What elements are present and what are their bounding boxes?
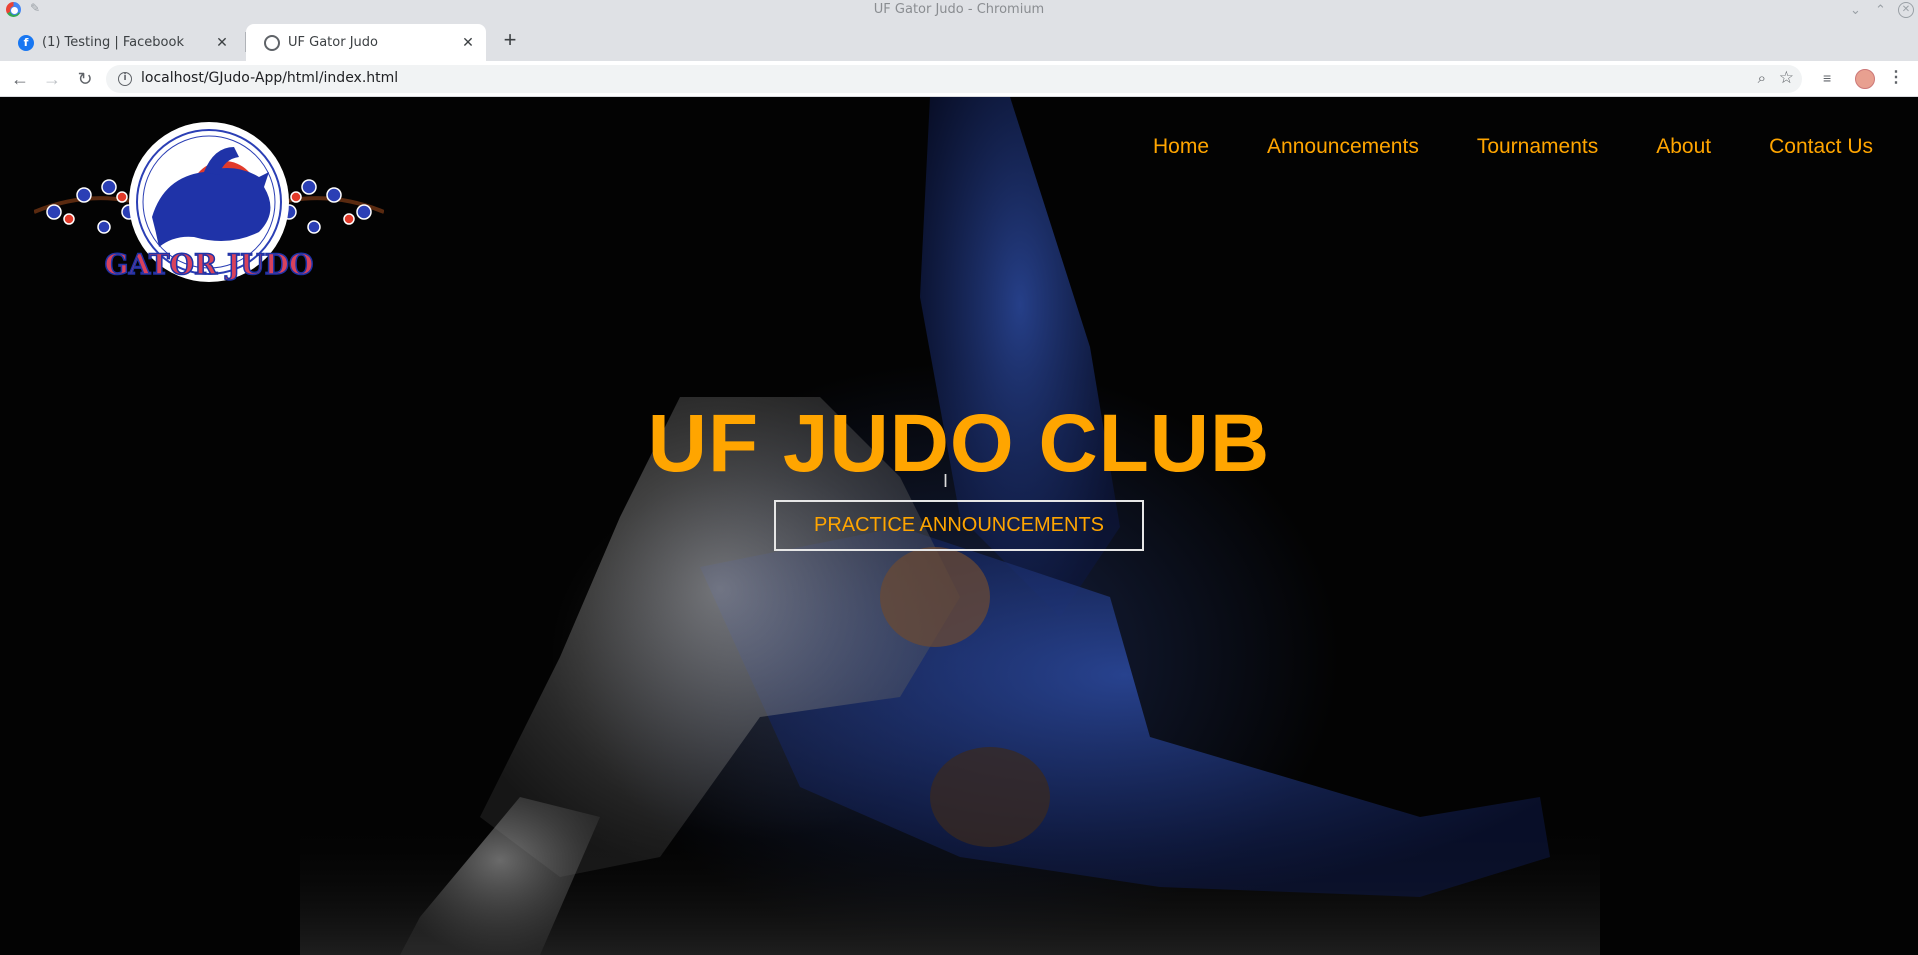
main-nav: Home Announcements Tournaments About Con… — [1153, 127, 1918, 167]
maximize-icon[interactable]: ⌃ — [1873, 3, 1888, 18]
nav-home[interactable]: Home — [1153, 127, 1209, 167]
text-cursor-icon: I — [943, 471, 949, 491]
close-tab-icon[interactable]: ✕ — [214, 35, 230, 51]
gator-judo-logo[interactable]: GATOR JUDO — [34, 117, 384, 287]
tab-facebook[interactable]: f (1) Testing | Facebook ✕ — [0, 24, 240, 61]
minimize-icon[interactable]: ⌄ — [1848, 3, 1863, 18]
profile-avatar[interactable] — [1855, 69, 1875, 89]
tab-strip: f (1) Testing | Facebook ✕ UF Gator Judo… — [0, 20, 1918, 61]
browser-toolbar: ← → ↻ i localhost/GJudo-App/html/index.h… — [0, 61, 1918, 97]
kebab-menu-icon[interactable]: ⋮ — [1888, 67, 1904, 87]
close-tab-icon[interactable]: ✕ — [460, 35, 476, 51]
practice-announcements-button[interactable]: PRACTICE ANNOUNCEMENTS — [774, 500, 1144, 551]
facebook-icon: f — [18, 34, 34, 51]
tab-label: (1) Testing | Facebook — [42, 35, 184, 50]
back-arrow-icon[interactable]: ← — [8, 67, 32, 91]
tab-uf-gator-judo[interactable]: UF Gator Judo ✕ — [246, 24, 486, 61]
nav-tournaments[interactable]: Tournaments — [1477, 127, 1598, 167]
hero-title: UF JUDO CLUB — [647, 398, 1271, 489]
window-controls: ⌄ ⌃ ✕ — [1848, 0, 1914, 20]
address-url[interactable]: localhost/GJudo-App/html/index.html — [141, 70, 398, 86]
close-window-icon[interactable]: ✕ — [1898, 2, 1914, 18]
zoom-icon[interactable]: ⌕ — [1758, 69, 1766, 87]
window-title: UF Gator Judo - Chromium — [873, 2, 1045, 17]
logo-text: GATOR JUDO — [105, 248, 314, 281]
window-titlebar: ✎ UF Gator Judo - Chromium ⌄ ⌃ ✕ — [0, 0, 1918, 20]
nav-announcements[interactable]: Announcements — [1267, 127, 1419, 167]
globe-icon — [264, 34, 280, 51]
tab-label: UF Gator Judo — [288, 35, 378, 50]
nav-contact-us[interactable]: Contact Us — [1769, 127, 1873, 167]
media-queue-icon[interactable]: ≡ — [1823, 70, 1831, 86]
site-info-icon[interactable]: i — [118, 72, 132, 86]
nav-about[interactable]: About — [1656, 127, 1711, 167]
bookmark-star-icon[interactable]: ☆ — [1779, 68, 1794, 88]
new-tab-icon[interactable]: + — [498, 29, 522, 53]
reload-icon[interactable]: ↻ — [73, 67, 97, 91]
forward-arrow-icon[interactable]: → — [40, 67, 64, 91]
address-bar[interactable]: i localhost/GJudo-App/html/index.html ⌕ … — [106, 65, 1802, 93]
page-viewport: GATOR JUDO Home Announcements Tournament… — [0, 97, 1918, 955]
